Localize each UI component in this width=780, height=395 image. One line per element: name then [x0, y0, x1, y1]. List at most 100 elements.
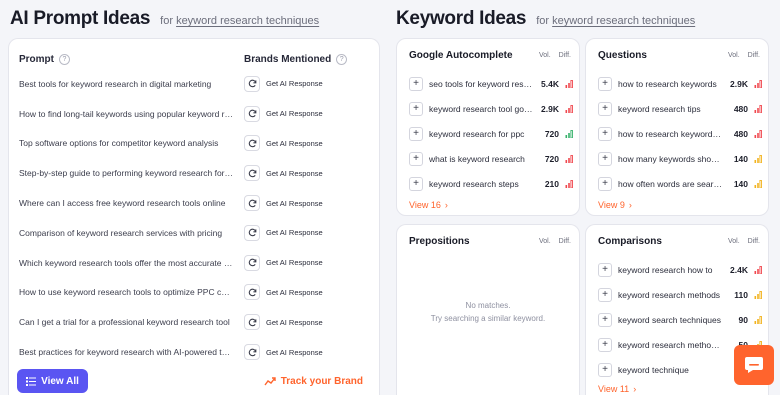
get-ai-response-button[interactable]: Get AI Response — [244, 195, 323, 212]
get-ai-response-button[interactable]: Get AI Response — [244, 254, 323, 271]
help-icon[interactable]: ? — [336, 53, 348, 65]
section-title: Keyword Ideas — [396, 8, 527, 29]
autocomplete-card: Google Autocomplete Vol. Diff. + seo tools… — [396, 38, 580, 216]
keyword-row: + keyword search techniques 90 — [586, 307, 768, 332]
view-more-link[interactable]: View 16 › — [397, 196, 579, 214]
keyword-row: + how many keywords should i use 140 — [586, 146, 768, 171]
volume-value: 720 — [544, 128, 559, 139]
add-keyword-button[interactable]: + — [598, 126, 612, 141]
get-ai-response-button[interactable]: Get AI Response — [244, 344, 323, 361]
keyword-text[interactable]: keyword technique — [618, 365, 722, 375]
prompt-row: How to find long-tail keywords using pop… — [9, 99, 379, 129]
difficulty-icon — [748, 179, 762, 188]
keyword-row: + how often words are searched 140 — [586, 171, 768, 196]
get-ai-response-button[interactable]: Get AI Response — [244, 135, 323, 152]
add-keyword-button[interactable]: + — [409, 176, 423, 191]
get-ai-response-button[interactable]: Get AI Response — [244, 314, 323, 331]
keyword-row: + keyword research for ppc 720 — [397, 121, 579, 146]
keyword-text[interactable]: keyword research for ppc — [429, 129, 533, 139]
keyword-text[interactable]: keyword research methodology — [618, 340, 722, 350]
add-keyword-button[interactable]: + — [598, 76, 612, 91]
keyword-text[interactable]: keyword research how to — [618, 265, 722, 275]
keyword-text[interactable]: keyword research steps — [429, 179, 533, 189]
keyword-text[interactable]: how to research keywords — [618, 79, 722, 89]
get-ai-response-button[interactable]: Get AI Response — [244, 75, 323, 92]
keyword-text[interactable]: keyword search techniques — [618, 315, 722, 325]
keyword-row: + how to research keywords for seo 480 — [586, 121, 768, 146]
keyword-text[interactable]: keyword research tool google — [429, 104, 533, 114]
add-keyword-button[interactable]: + — [598, 362, 612, 377]
keyword-text[interactable]: what is keyword research — [429, 154, 533, 164]
add-keyword-button[interactable]: + — [598, 101, 612, 116]
difficulty-icon — [748, 154, 762, 163]
prompt-row: Can I get a trial for a professional key… — [9, 307, 379, 337]
difficulty-icon — [748, 265, 762, 274]
for-label: for keyword research techniques — [160, 15, 320, 27]
add-keyword-button[interactable]: + — [409, 151, 423, 166]
prompt-row: Where can I access free keyword research… — [9, 188, 379, 218]
refresh-icon — [244, 135, 260, 152]
get-ai-response-button[interactable]: Get AI Response — [244, 105, 323, 122]
keyword-text[interactable]: keyword research tips — [618, 104, 722, 114]
add-keyword-button[interactable]: + — [598, 151, 612, 166]
track-brand-link[interactable]: Track your Brand — [264, 376, 371, 387]
add-keyword-button[interactable]: + — [409, 101, 423, 116]
view-more-link[interactable]: View 9 › — [586, 196, 768, 214]
add-keyword-button[interactable]: + — [598, 287, 612, 302]
get-ai-response-button[interactable]: Get AI Response — [244, 224, 323, 241]
keyword-row: + how to research keywords 2.9K — [586, 71, 768, 96]
keyword-ideas-header: Keyword Ideas for keyword research techn… — [396, 8, 695, 30]
prompt-text: Which keyword research tools offer the m… — [19, 257, 241, 268]
card-title: Comparisons — [598, 235, 662, 247]
difficulty-icon — [559, 154, 573, 163]
add-keyword-button[interactable]: + — [598, 262, 612, 277]
keyword-text[interactable]: keyword research methods — [618, 290, 722, 300]
prompt-table-header: Prompt ? Brands Mentioned ? — [9, 39, 379, 69]
keyword-link[interactable]: keyword research techniques — [552, 15, 695, 27]
add-keyword-button[interactable]: + — [409, 126, 423, 141]
prompt-text: Best tools for keyword research in digit… — [19, 78, 212, 89]
prompt-row: Step-by-step guide to performing keyword… — [9, 158, 379, 188]
difficulty-icon — [559, 104, 573, 113]
volume-value: 480 — [733, 128, 748, 139]
volume-value: 110 — [734, 289, 748, 300]
refresh-icon — [244, 224, 260, 241]
get-ai-response-button[interactable]: Get AI Response — [244, 284, 323, 301]
keyword-text[interactable]: how often words are searched — [618, 179, 722, 189]
get-ai-response-label: Get AI Response — [266, 198, 323, 208]
prompt-row: Best tools for keyword research in digit… — [9, 69, 379, 99]
difficulty-icon — [748, 104, 762, 113]
keyword-text[interactable]: how to research keywords for seo — [618, 129, 722, 139]
add-keyword-button[interactable]: + — [598, 176, 612, 191]
chevron-right-icon: › — [444, 200, 448, 210]
refresh-icon — [244, 344, 260, 361]
difficulty-icon — [559, 179, 573, 188]
chat-widget-button[interactable] — [734, 345, 774, 385]
questions-card: Questions Vol. Diff. + how to research key… — [585, 38, 769, 216]
keyword-text[interactable]: how many keywords should i use — [618, 154, 722, 164]
keyword-text[interactable]: seo tools for keyword research — [429, 79, 533, 89]
view-all-button[interactable]: View All — [17, 369, 88, 393]
keyword-row: + keyword research steps 210 — [397, 171, 579, 196]
prompt-row: Best practices for keyword research with… — [9, 337, 379, 367]
help-icon[interactable]: ? — [59, 53, 70, 65]
volume-value: 90 — [738, 314, 748, 325]
refresh-icon — [244, 105, 260, 122]
volume-value: 140 — [733, 153, 748, 164]
card-title: Questions — [598, 49, 647, 61]
keyword-link[interactable]: keyword research techniques — [176, 15, 319, 27]
prompt-row: Which keyword research tools offer the m… — [9, 248, 379, 278]
volume-value: 480 — [733, 103, 748, 114]
get-ai-response-label: Get AI Response — [266, 347, 323, 357]
keyword-row: + keyword research tips 480 — [586, 96, 768, 121]
card-title: Google Autocomplete — [409, 49, 513, 61]
add-keyword-button[interactable]: + — [409, 76, 423, 91]
chevron-right-icon: › — [633, 384, 637, 394]
get-ai-response-button[interactable]: Get AI Response — [244, 165, 323, 182]
get-ai-response-label: Get AI Response — [266, 258, 323, 268]
add-keyword-button[interactable]: + — [598, 312, 612, 327]
empty-state: No matches. Try searching a similar keyw… — [430, 301, 546, 323]
prompt-text: Comparison of keyword research services … — [19, 227, 223, 238]
keyword-row: + seo tools for keyword research 5.4K — [397, 71, 579, 96]
add-keyword-button[interactable]: + — [598, 337, 612, 352]
